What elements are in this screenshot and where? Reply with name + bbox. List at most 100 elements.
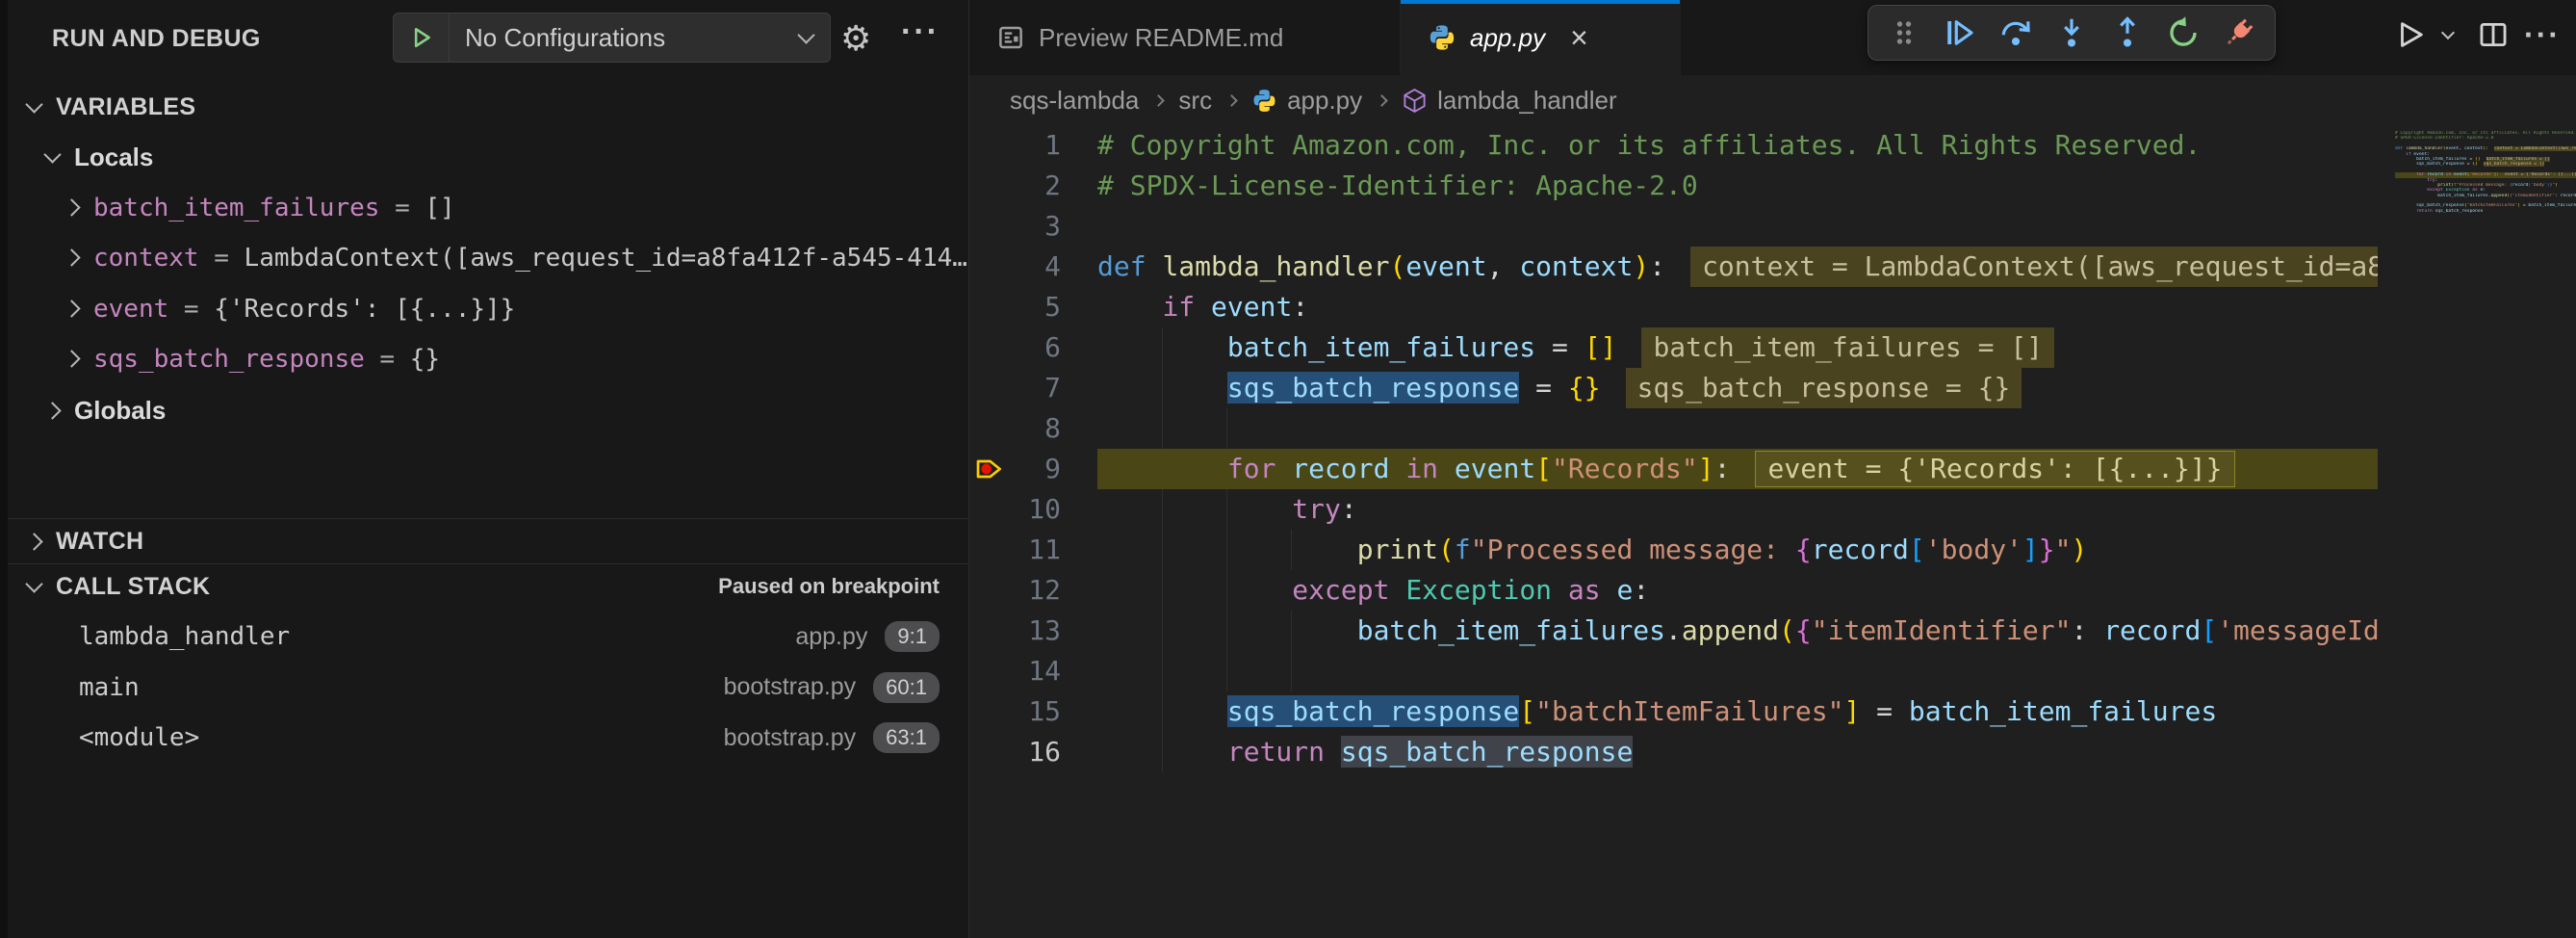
chevron-right-icon	[1225, 94, 1238, 107]
watch-section-header[interactable]: WATCH	[8, 519, 968, 563]
code-line-8[interactable]: 8	[969, 408, 2378, 449]
minimap-line: return sqs_batch_response	[2395, 209, 2576, 214]
close-icon[interactable]: ×	[1570, 22, 1588, 53]
line-content: except Exception as e:	[1097, 570, 2378, 611]
gutter[interactable]: 4	[969, 247, 1097, 287]
chevron-right-icon	[63, 300, 80, 317]
variable-row-context[interactable]: context = LambdaContext([aws_request_id=…	[8, 236, 968, 280]
step-over-button[interactable]	[1995, 12, 2037, 54]
gutter[interactable]: 10	[969, 489, 1097, 530]
code-editor[interactable]: 1# Copyright Amazon.com, Inc. or its aff…	[969, 125, 2378, 772]
gutter[interactable]: 15	[969, 691, 1097, 732]
gutter[interactable]: 7	[969, 368, 1097, 408]
line-content: batch_item_failures.append({"itemIdentif…	[1097, 611, 2378, 651]
paused-status-badge: Paused on breakpoint	[718, 574, 940, 599]
line-content	[1097, 206, 2378, 247]
code-line-7[interactable]: 7 sqs_batch_response = {}sqs_batch_respo…	[969, 368, 2378, 408]
gutter[interactable]: 6	[969, 327, 1097, 368]
gutter[interactable]: 5	[969, 287, 1097, 327]
drag-handle-icon[interactable]	[1883, 12, 1925, 54]
disconnect-button[interactable]	[2218, 12, 2260, 54]
gutter[interactable]: 1	[969, 125, 1097, 166]
variable-row-event[interactable]: event = {'Records': [{...}]}	[8, 287, 968, 331]
globals-scope-row[interactable]: Globals	[8, 388, 968, 432]
gear-icon[interactable]: ⚙	[840, 19, 871, 59]
locals-scope-row[interactable]: Locals	[8, 135, 968, 179]
variables-section-title: VARIABLES	[56, 93, 195, 121]
call-stack-section-title: CALL STACK	[56, 573, 210, 601]
line-content: sqs_batch_response["batchItemFailures"] …	[1097, 691, 2378, 732]
call-stack-frame-top[interactable]: lambda_handlerapp.py9:1	[8, 614, 968, 659]
code-line-6[interactable]: 6 batch_item_failures = []batch_item_fai…	[969, 327, 2378, 368]
run-python-file-button[interactable]	[2389, 13, 2432, 56]
frame-name: <module>	[79, 723, 199, 752]
gutter[interactable]: 8	[969, 408, 1097, 449]
gutter[interactable]: 3	[969, 206, 1097, 247]
frame-name: lambda_handler	[79, 622, 290, 651]
more-actions-icon[interactable]: ···	[901, 13, 940, 51]
code-line-5[interactable]: 5 if event:	[969, 287, 2378, 327]
restart-button[interactable]	[2162, 12, 2204, 54]
inline-debug-value: batch_item_failures = []	[1641, 327, 2054, 368]
tab-preview-readme[interactable]: Preview README.md	[969, 0, 1401, 75]
debug-config-dropdown[interactable]: No Configurations	[393, 13, 831, 63]
code-lines: 1# Copyright Amazon.com, Inc. or its aff…	[969, 125, 2378, 772]
start-debug-button[interactable]	[394, 13, 450, 62]
sidebar-title: RUN AND DEBUG	[52, 25, 261, 53]
variables-section-header[interactable]: VARIABLES	[8, 85, 968, 129]
code-line-4[interactable]: 4def lambda_handler(event, context):cont…	[969, 247, 2378, 287]
code-line-9[interactable]: 9 for record in event["Records"]:event =…	[969, 449, 2378, 489]
breadcrumb-item-folder[interactable]: src	[1178, 86, 1212, 116]
python-icon	[1428, 23, 1456, 52]
call-stack-frame-2[interactable]: <module>bootstrap.py63:1	[8, 716, 968, 760]
code-line-10[interactable]: 10 try:	[969, 489, 2378, 530]
code-line-3[interactable]: 3	[969, 206, 2378, 247]
variable-text: context = LambdaContext([aws_request_id=…	[93, 236, 968, 280]
editor-tab-bar: Preview README.md app.py ×	[969, 0, 2576, 75]
tab-app-py[interactable]: app.py ×	[1401, 0, 1681, 75]
call-stack-frame-1[interactable]: mainbootstrap.py60:1	[8, 665, 968, 710]
call-stack-section-header[interactable]: CALL STACK Paused on breakpoint	[8, 564, 968, 609]
variable-row-sqs_batch_response[interactable]: sqs_batch_response = {}	[8, 337, 968, 381]
more-actions-icon[interactable]: ···	[2524, 17, 2561, 53]
code-line-15[interactable]: 15 sqs_batch_response["batchItemFailures…	[969, 691, 2378, 732]
continue-button[interactable]	[1939, 12, 1981, 54]
chevron-down-icon	[25, 95, 42, 113]
editor-actions: ···	[2389, 13, 2561, 56]
gutter[interactable]: 12	[969, 570, 1097, 611]
code-line-1[interactable]: 1# Copyright Amazon.com, Inc. or its aff…	[969, 125, 2378, 166]
code-line-2[interactable]: 2# SPDX-License-Identifier: Apache-2.0	[969, 166, 2378, 206]
step-into-button[interactable]	[2050, 12, 2093, 54]
breadcrumb-item-file[interactable]: app.py	[1287, 86, 1362, 116]
breadcrumb-item-folder[interactable]: sqs-lambda	[1010, 86, 1139, 116]
breadcrumb-item-symbol[interactable]: lambda_handler	[1437, 86, 1616, 116]
line-content: if event:	[1097, 287, 2378, 327]
minimap[interactable]: # Copyright Amazon.com, Inc. or its affi…	[2395, 131, 2576, 247]
variable-row-batch_item_failures[interactable]: batch_item_failures = []	[8, 186, 968, 230]
line-content: def lambda_handler(event, context):conte…	[1097, 247, 2378, 287]
gutter[interactable]: 2	[969, 166, 1097, 206]
breakpoint-gutter[interactable]: 9	[969, 449, 1097, 489]
tab-label: Preview README.md	[1039, 23, 1283, 53]
chevron-down-icon[interactable]	[2441, 26, 2455, 39]
code-line-13[interactable]: 13 batch_item_failures.append({"itemIden…	[969, 611, 2378, 651]
code-line-14[interactable]: 14	[969, 651, 2378, 691]
line-content: print(f"Processed message: {record['body…	[1097, 530, 2378, 570]
chevron-right-icon	[63, 249, 80, 267]
line-content	[1097, 651, 2378, 691]
split-editor-button[interactable]	[2472, 13, 2514, 56]
breadcrumb: sqs-lambda src app.py lambda_handler	[969, 75, 2576, 125]
run-and-debug-sidebar: RUN AND DEBUG No Configurations ⚙ ··· VA…	[8, 0, 969, 938]
frame-position-badge: 9:1	[885, 621, 940, 652]
code-line-16[interactable]: 16 return sqs_batch_response	[969, 732, 2378, 772]
gutter[interactable]: 14	[969, 651, 1097, 691]
line-content: try:	[1097, 489, 2378, 530]
chevron-right-icon	[63, 350, 80, 367]
step-out-button[interactable]	[2106, 12, 2149, 54]
code-line-12[interactable]: 12 except Exception as e:	[969, 570, 2378, 611]
gutter[interactable]: 13	[969, 611, 1097, 651]
variable-text: batch_item_failures = []	[93, 186, 968, 230]
gutter[interactable]: 16	[969, 732, 1097, 772]
code-line-11[interactable]: 11 print(f"Processed message: {record['b…	[969, 530, 2378, 570]
gutter[interactable]: 11	[969, 530, 1097, 570]
